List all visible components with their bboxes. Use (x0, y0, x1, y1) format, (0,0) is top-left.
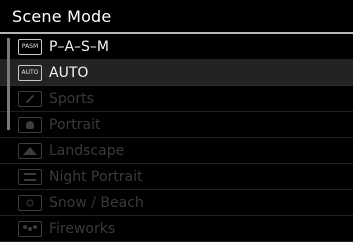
menu-item-label: P–A–S–M (49, 39, 109, 55)
fireworks-icon (18, 221, 42, 237)
menu-item-sports[interactable]: Sports (0, 86, 353, 112)
menu-item-night-portrait[interactable]: Night Portrait (0, 164, 353, 190)
menu-item-label: Landscape (49, 143, 125, 159)
landscape-icon (18, 143, 42, 159)
sports-icon (18, 91, 42, 107)
auto-icon: AUTO (18, 65, 42, 81)
portrait-icon (18, 117, 42, 133)
menu-item-label: Portrait (49, 117, 101, 133)
menu-item-pasm[interactable]: PASM P–A–S–M (0, 34, 353, 60)
menu-item-label: Sports (49, 91, 94, 107)
night-portrait-icon (18, 169, 42, 185)
scene-mode-list: PASM P–A–S–M AUTO AUTO Sports Portrait L… (0, 34, 353, 242)
scrollbar[interactable] (7, 38, 10, 130)
menu-item-label: AUTO (49, 65, 89, 81)
menu-item-portrait[interactable]: Portrait (0, 112, 353, 138)
pasm-icon: PASM (18, 39, 42, 55)
menu-item-snow-beach[interactable]: Snow / Beach (0, 190, 353, 216)
menu-header: Scene Mode (0, 0, 353, 34)
snow-beach-icon (18, 195, 42, 211)
menu-item-label: Night Portrait (49, 169, 143, 185)
menu-item-label: Fireworks (49, 221, 116, 237)
page-title: Scene Mode (12, 7, 112, 26)
menu-item-landscape[interactable]: Landscape (0, 138, 353, 164)
menu-item-auto[interactable]: AUTO AUTO (0, 60, 353, 86)
menu-item-fireworks[interactable]: Fireworks (0, 216, 353, 242)
menu-item-label: Snow / Beach (49, 195, 144, 211)
